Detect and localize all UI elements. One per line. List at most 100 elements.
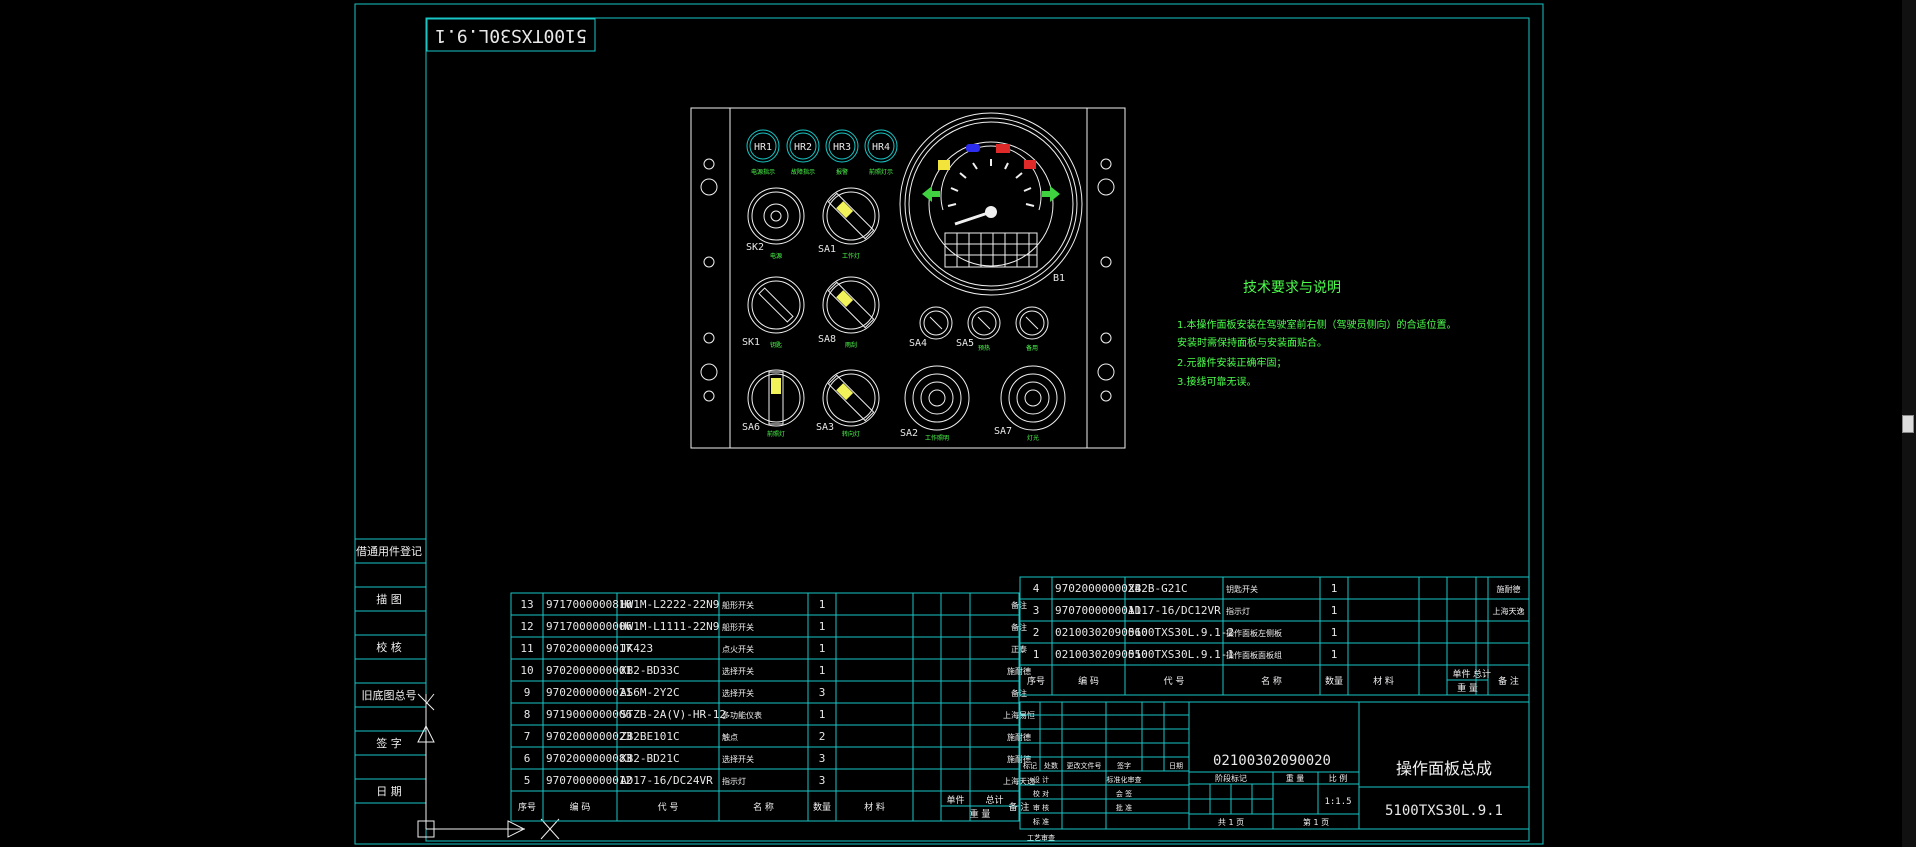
bom-right-header-8: 备 注 — [1498, 675, 1519, 687]
bom-right-header-1: 编 码 — [1078, 675, 1099, 687]
key-switch-sk1[interactable]: SK1 钥匙 — [742, 276, 805, 349]
tech-line-4: 3.接线可靠无误。 — [1177, 375, 1257, 388]
side-registration-panel: 借通用件登记 描 图 校 核 旧底图总号 签 字 日 期 — [355, 538, 426, 804]
bom-left-row-13-part: HW1M-L2222-22N9 — [620, 598, 719, 611]
bom-left-row-7-note: 施耐德 — [1007, 732, 1031, 742]
bom-left-row-6-no: 6 — [524, 752, 531, 765]
sa5-label: SA5 — [956, 338, 974, 349]
vertical-scrollbar[interactable] — [1902, 0, 1916, 847]
bom-right-row-3-qty: 1 — [1331, 604, 1338, 617]
bom-right-row-4-name: 钥匙开关 — [1226, 584, 1258, 594]
std-label-1: 会 签 — [1116, 789, 1132, 798]
indicator-caption-hr4: 前照灯示 — [869, 168, 893, 176]
scale-value: 1:1.5 — [1324, 797, 1351, 807]
bom-left-row-9-note: 备注 — [1011, 688, 1027, 698]
side-label-1: 描 图 — [376, 592, 402, 606]
multifunction-gauge-b1: B1 — [899, 112, 1083, 296]
bom-left-header-5: 材 料 — [864, 801, 885, 813]
scrollbar-thumb[interactable] — [1902, 415, 1914, 433]
sa2-caption: 工作照明 — [925, 434, 949, 442]
bom-left-row-5-part: AD17-16/DC24VR — [620, 774, 713, 787]
tech-line-3: 2.元器件安装正确牢固； — [1177, 356, 1287, 369]
selector-switch-sa3[interactable]: SA3 转向灯 — [816, 369, 880, 438]
bom-left-row-11-qty: 1 — [819, 642, 826, 655]
sa6-caption: 前照灯 — [767, 430, 785, 438]
bom-left-row-12-part: HW1M-L1111-22N9 — [620, 620, 719, 633]
scale-label: 比 例 — [1329, 773, 1348, 783]
indicator-lamp-hr4: HR4 前照灯示 — [864, 129, 898, 176]
rev-label-3: 签字 — [1117, 761, 1131, 770]
bom-left-row-10-part: XB2-BD33C — [620, 664, 680, 677]
drawing-number: 02100302090020 — [1213, 753, 1331, 769]
bom-left-row-5-qty: 3 — [819, 774, 826, 787]
bom-left-row-6-qty: 3 — [819, 752, 826, 765]
side-label-5: 日 期 — [376, 785, 402, 798]
selector-switch-sa8[interactable]: SA8 雨刮 — [818, 276, 880, 349]
control-panel[interactable]: HR1 电源指示 HR2 故障指示 HR3 报警 HR4 前照灯示 SK2 电源 — [690, 107, 1126, 449]
technical-notes: 技术要求与说明 1.本操作面板安装在驾驶室前右侧（驾驶员侧向）的合适位置。 安装… — [1177, 280, 1457, 388]
bom-left-row-11-part: JK423 — [620, 642, 653, 655]
weight-label: 重 量 — [1286, 773, 1305, 783]
gauge-ticks — [947, 159, 1035, 207]
bom-left-row-8-qty: 1 — [819, 708, 826, 721]
cad-drawing-canvas[interactable]: 5100TXS30L.9.1 借通用件登记 描 图 校 核 旧底图总号 签 字 … — [0, 0, 1916, 847]
bom-left-header-4: 数量 — [813, 801, 831, 813]
bom-left-row-13-qty: 1 — [819, 598, 826, 611]
bom-right-header-5: 材 料 — [1373, 675, 1394, 687]
battery-icon — [996, 144, 1010, 153]
std-label-0: 标准化审查 — [1107, 775, 1142, 784]
bom-right-row-4-note: 施耐德 — [1497, 584, 1521, 594]
knob-sa4[interactable]: SA4 — [909, 306, 953, 349]
temperature-icon — [1024, 160, 1036, 169]
bom-right-row-3-part: AD17-16/DC12VR — [1128, 604, 1221, 617]
sa6-label: SA6 — [742, 422, 760, 433]
sa8-caption: 雨刮 — [845, 341, 857, 349]
selector-switch-sa6[interactable]: SA6 前照灯 — [742, 369, 805, 438]
indicator-caption-hr3: 报警 — [836, 168, 848, 176]
svg-text:HR1: HR1 — [754, 142, 772, 153]
bom-left-row-10-no: 10 — [520, 664, 533, 677]
side-label-3: 旧底图总号 — [362, 688, 417, 702]
tech-line-2: 安装时需保持面板与安装面贴合。 — [1177, 336, 1327, 349]
bom-right-row-1-qty: 1 — [1331, 648, 1338, 661]
bom-table-right: 4 9702000000024XB2B-G21C 钥匙开关 1 施耐德3 97070000… — [1019, 576, 1530, 696]
bom-left-header-3: 名 称 — [753, 801, 774, 813]
bom-left-header-7: 总计 — [985, 794, 1003, 806]
bom-left-row-10-note: 施耐德 — [1007, 666, 1031, 676]
bom-right-row-1-name: 操作面板面板组 — [1226, 650, 1282, 660]
bom-left-row-9-part: AS6M-2Y2C — [620, 686, 680, 699]
bom-left-row-5-no: 5 — [524, 774, 531, 787]
bom-left-row-7-name: 触点 — [722, 732, 738, 742]
sign-label-1: 校 对 — [1033, 789, 1049, 798]
right-turn-arrow-icon — [1042, 186, 1060, 202]
selector-switch-sa1[interactable]: SA1 工作灯 — [818, 187, 880, 260]
sa4-label: SA4 — [909, 338, 927, 349]
bom-left-row-7-no: 7 — [524, 730, 531, 743]
key-switch-sk2[interactable]: SK2 电源 — [746, 187, 805, 260]
indicator-caption-hr1: 电源指示 — [751, 168, 775, 176]
left-turn-arrow-icon — [922, 186, 940, 202]
indicator-lamp-hr2: HR2 故障指示 — [786, 129, 820, 176]
bom-table-left: 13 9717000000810HW1M-L2222-22N9 船形开关 1 备注12 9… — [510, 592, 1035, 822]
indicator-lamp-hr1: HR1 电源指示 — [746, 129, 780, 176]
bom-right-row-2-part: 5100TXS30L.9.1-2 — [1128, 626, 1234, 639]
bom-right-header-weight: 重 量 — [1457, 682, 1478, 694]
bom-left-row-13-no: 13 — [520, 598, 533, 611]
svg-text:HR2: HR2 — [794, 142, 812, 153]
svg-text:HR3: HR3 — [833, 142, 851, 153]
rotary-switch-sa2[interactable]: SA2 工作照明 — [900, 365, 970, 442]
bom-left-row-12-name: 船形开关 — [722, 622, 754, 632]
title-tag-text: 5100TXS30L.9.1 — [435, 25, 587, 46]
rotary-switch-sa7[interactable]: SA7 灯光 — [994, 365, 1066, 442]
std-label-2: 批 准 — [1116, 803, 1132, 812]
bom-left-row-12-note: 备注 — [1011, 622, 1027, 632]
bom-left-row-5-name: 指示灯 — [722, 776, 746, 786]
knob-sa5[interactable]: SA5 预热 — [956, 306, 1001, 352]
bom-left-row-12-no: 12 — [520, 620, 533, 633]
high-beam-icon — [966, 144, 980, 152]
bom-left-row-13-name: 船形开关 — [722, 600, 754, 610]
indicator-caption-hr2: 故障指示 — [791, 168, 815, 176]
rev-label-1: 处数 — [1044, 761, 1058, 770]
knob-sa6b[interactable]: 备用 — [1015, 306, 1049, 352]
bom-left-header-1: 编 码 — [570, 801, 591, 813]
